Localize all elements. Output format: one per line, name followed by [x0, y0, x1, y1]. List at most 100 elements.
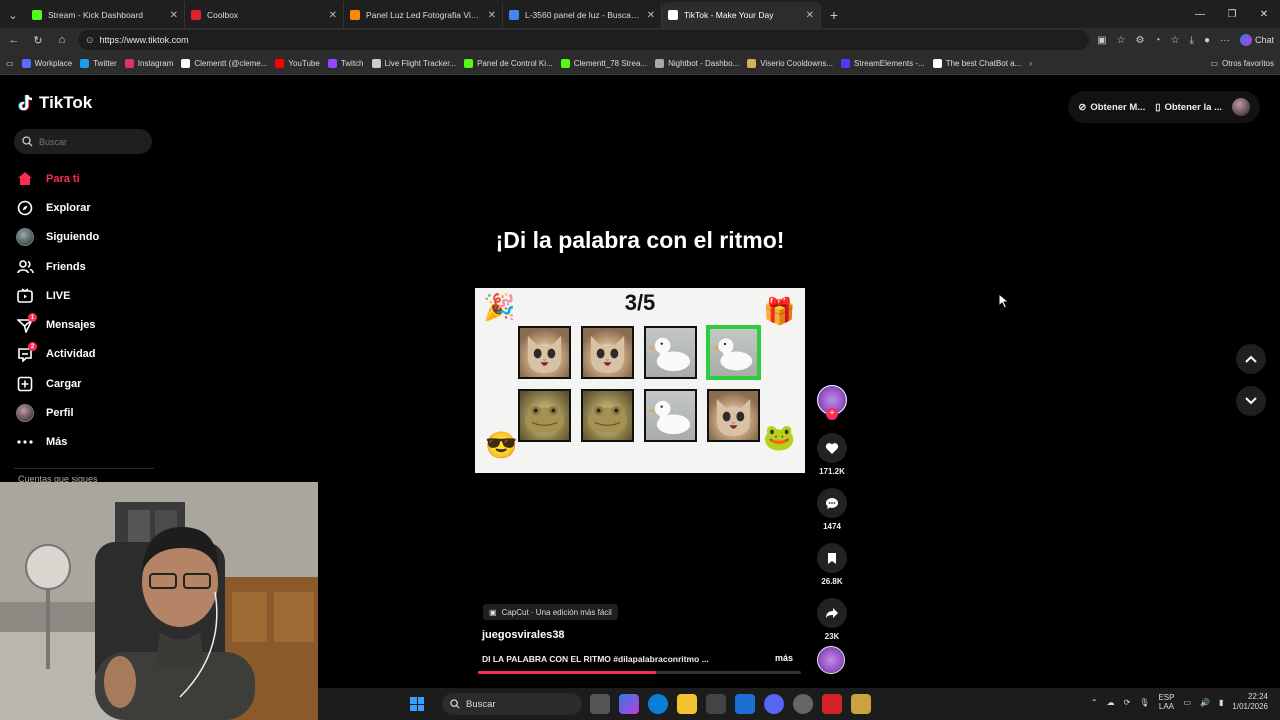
- close-window-icon[interactable]: ✕: [1248, 9, 1280, 20]
- tiktok-logo[interactable]: TikTok: [18, 93, 92, 113]
- task-view-icon[interactable]: [590, 694, 610, 714]
- search-input[interactable]: [39, 136, 139, 147]
- url-field[interactable]: ⊙ https://www.tiktok.com: [78, 30, 1090, 50]
- start-windows-icon[interactable]: [410, 697, 424, 711]
- bookmark-item[interactable]: YouTube: [275, 58, 327, 68]
- sidebar-item-explorar[interactable]: Explorar: [16, 193, 166, 222]
- sync-icon[interactable]: ⟳: [1124, 698, 1131, 707]
- bookmark-item[interactable]: Twitter: [80, 58, 125, 68]
- share-action[interactable]: 23K: [817, 598, 847, 641]
- bookmark-item[interactable]: Clementt (@cleme...: [181, 58, 275, 68]
- site-info-icon[interactable]: ⊙: [86, 35, 94, 46]
- bookmark-item[interactable]: Twitch: [327, 58, 372, 68]
- store-icon[interactable]: [706, 694, 726, 714]
- bookmarks-overflow-icon[interactable]: ›: [1029, 59, 1040, 68]
- browser-tab[interactable]: Panel Luz Led Fotografia Video Tr ✕: [344, 2, 503, 28]
- home-icon[interactable]: ⌂: [54, 34, 70, 46]
- close-tab-icon[interactable]: ✕: [170, 10, 178, 21]
- show-hidden-icons-icon[interactable]: ⌃: [1091, 698, 1098, 707]
- save-action[interactable]: 26.8K: [817, 543, 847, 586]
- taskbar-search[interactable]: Buscar: [442, 693, 582, 715]
- previous-video-button[interactable]: [1236, 344, 1266, 374]
- sidebar-item-mensajes[interactable]: 1 Mensajes: [16, 310, 166, 339]
- creator-avatar[interactable]: +: [817, 385, 847, 420]
- user-avatar[interactable]: [1232, 98, 1250, 116]
- extensions-icon[interactable]: ⚙: [1136, 35, 1145, 46]
- minimize-icon[interactable]: —: [1184, 9, 1216, 20]
- bookmark-item[interactable]: Instagram: [124, 58, 182, 68]
- record-app-icon[interactable]: [822, 694, 842, 714]
- bookmark-item[interactable]: Viserio Cooldowns...: [747, 58, 841, 68]
- sidebar-item-friends[interactable]: Friends: [16, 252, 166, 281]
- sidebar-toggle-icon[interactable]: ▭: [6, 59, 22, 68]
- sidebar-item-para-ti[interactable]: Para ti: [16, 164, 166, 193]
- comment-action[interactable]: 1474: [817, 488, 847, 531]
- sidebar-item-más[interactable]: Más: [16, 428, 166, 457]
- video-author[interactable]: juegosvirales38: [482, 629, 565, 641]
- refresh-icon[interactable]: ↻: [30, 34, 46, 47]
- caption-more-link[interactable]: más: [775, 653, 793, 663]
- get-desktop-app-button[interactable]: ▯ Obtener la ...: [1155, 102, 1222, 113]
- close-tab-icon[interactable]: ✕: [806, 10, 814, 21]
- video-player[interactable]: 3/5 🎉 🎁 😎 🐸: [475, 288, 805, 473]
- bookmark-icon[interactable]: [817, 543, 847, 573]
- copilot-chat-button[interactable]: Chat: [1239, 34, 1274, 46]
- browser-tab[interactable]: Coolbox ✕: [185, 2, 344, 28]
- tab-actions-chevron-icon[interactable]: ⌄: [0, 2, 26, 28]
- close-tab-icon[interactable]: ✕: [488, 10, 496, 21]
- follow-plus-icon[interactable]: +: [826, 408, 838, 420]
- downloads-icon[interactable]: ⤓: [1190, 35, 1194, 46]
- sidebar-item-perfil[interactable]: Perfil: [16, 398, 166, 427]
- new-tab-button[interactable]: +: [821, 2, 847, 28]
- heart-icon[interactable]: [817, 433, 847, 463]
- back-icon[interactable]: ←: [6, 34, 22, 46]
- edge-browser-icon[interactable]: [648, 694, 668, 714]
- reading-icon[interactable]: ◔: [1155, 35, 1161, 46]
- bookmark-item[interactable]: StreamElements -...: [841, 58, 933, 68]
- close-tab-icon[interactable]: ✕: [647, 10, 655, 21]
- discord-icon[interactable]: [764, 694, 784, 714]
- microphone-icon[interactable]: 🎙: [1139, 698, 1149, 707]
- capcut-tag[interactable]: ▣ CapCut · Una edición más fácil: [483, 604, 618, 620]
- bookmark-item[interactable]: Workplace: [21, 58, 81, 68]
- bookmark-item[interactable]: Nightbot - Dashbo...: [655, 58, 747, 68]
- restore-icon[interactable]: ❐: [1216, 9, 1248, 20]
- split-screen-icon[interactable]: ▣: [1097, 35, 1106, 46]
- favorites-icon[interactable]: ☆: [1171, 35, 1180, 46]
- network-icon[interactable]: ▭: [1183, 698, 1191, 707]
- sidebar-item-live[interactable]: LIVE: [16, 281, 166, 310]
- like-action[interactable]: 171.2K: [817, 433, 847, 476]
- clock[interactable]: 22:24 1/01/2026: [1232, 692, 1268, 712]
- sidebar-item-cargar[interactable]: Cargar: [16, 369, 166, 398]
- league-client-icon[interactable]: [851, 694, 871, 714]
- bookmark-item[interactable]: Clementt_78 Strea...: [560, 58, 655, 68]
- onedrive-icon[interactable]: ☁: [1107, 698, 1115, 707]
- favorite-star-icon[interactable]: ☆: [1117, 35, 1126, 46]
- comment-icon[interactable]: [817, 488, 847, 518]
- bookmark-item[interactable]: Panel de Control Ki...: [464, 58, 561, 68]
- input-language[interactable]: ESP LAA: [1158, 693, 1174, 711]
- browser-tab[interactable]: Stream - Kick Dashboard ✕: [26, 2, 185, 28]
- browser-tab[interactable]: L-3560 panel de luz - Buscar con G ✕: [503, 2, 662, 28]
- browser-tab[interactable]: TikTok - Make Your Day ✕: [662, 2, 821, 28]
- volume-icon[interactable]: 🔊: [1200, 698, 1210, 707]
- file-explorer-icon[interactable]: [677, 694, 697, 714]
- profile-icon[interactable]: ●: [1204, 35, 1210, 46]
- video-progress-bar[interactable]: [478, 671, 801, 674]
- sidebar-item-actividad[interactable]: 2 Actividad: [16, 340, 166, 369]
- get-coins-button[interactable]: ⊘ Obtener M...: [1078, 102, 1145, 113]
- music-disc-avatar[interactable]: [817, 646, 845, 674]
- menu-dots-icon[interactable]: ···: [1220, 35, 1230, 46]
- search-box[interactable]: [14, 129, 152, 154]
- settings-icon[interactable]: [793, 694, 813, 714]
- mail-icon[interactable]: [735, 694, 755, 714]
- bookmark-item[interactable]: The best ChatBot a...: [932, 58, 1030, 68]
- close-tab-icon[interactable]: ✕: [329, 10, 337, 21]
- bookmark-item[interactable]: Live Flight Tracker...: [371, 58, 465, 68]
- other-favorites[interactable]: ▭ Otros favoritos: [1210, 59, 1274, 68]
- share-icon[interactable]: [817, 598, 847, 628]
- next-video-button[interactable]: [1236, 386, 1266, 416]
- gift-icon: 🎁: [763, 296, 796, 326]
- battery-icon[interactable]: ▮: [1219, 698, 1223, 707]
- copilot-app-icon[interactable]: [619, 694, 639, 714]
